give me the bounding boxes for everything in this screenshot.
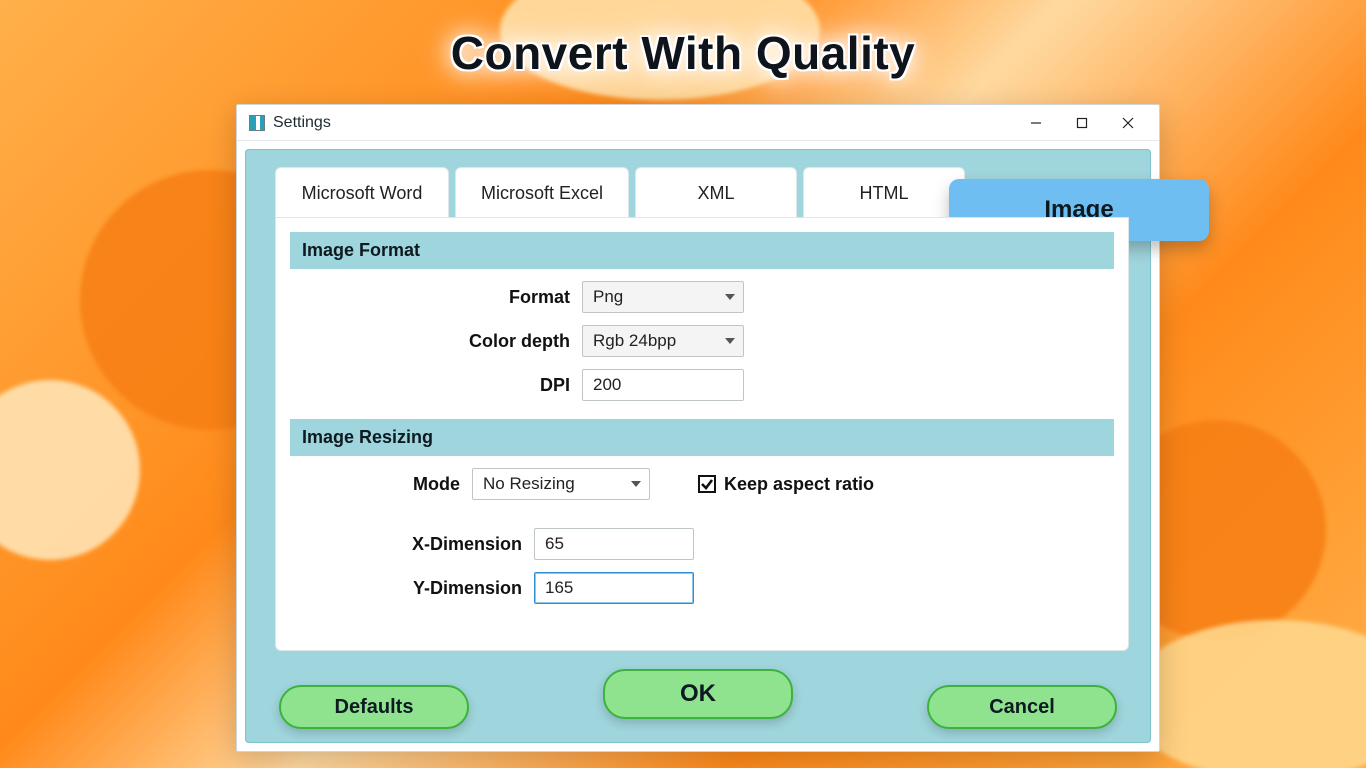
- tab-label: HTML: [860, 183, 909, 204]
- tab-label: XML: [697, 183, 734, 204]
- checkbox-box: [698, 475, 716, 493]
- label-x-dimension: X-Dimension: [290, 534, 522, 555]
- maximize-button[interactable]: [1059, 105, 1105, 141]
- label-y-dimension: Y-Dimension: [290, 578, 522, 599]
- tab-label: Microsoft Word: [302, 183, 423, 204]
- select-value: No Resizing: [483, 474, 575, 494]
- select-value: Rgb 24bpp: [593, 331, 676, 351]
- minimize-button[interactable]: [1013, 105, 1059, 141]
- defaults-button[interactable]: Defaults: [279, 685, 469, 729]
- window-title: Settings: [273, 114, 331, 132]
- select-mode[interactable]: No Resizing: [472, 468, 650, 500]
- tab-xml[interactable]: XML: [635, 167, 797, 219]
- close-icon: [1122, 117, 1134, 129]
- input-y-field[interactable]: [545, 573, 683, 603]
- checkbox-keep-aspect[interactable]: Keep aspect ratio: [698, 474, 874, 495]
- settings-window: Settings Microsoft Word Microsoft Excel …: [236, 104, 1160, 752]
- label-format: Format: [290, 287, 570, 308]
- input-dpi[interactable]: [582, 369, 744, 401]
- input-x-dimension[interactable]: [534, 528, 694, 560]
- label-dpi: DPI: [290, 375, 570, 396]
- dialog-buttons: Defaults OK Cancel: [267, 669, 1129, 729]
- close-button[interactable]: [1105, 105, 1151, 141]
- checkbox-label: Keep aspect ratio: [724, 474, 874, 495]
- button-label: OK: [680, 680, 716, 708]
- input-dpi-field[interactable]: [593, 370, 733, 400]
- chevron-down-icon: [631, 479, 641, 489]
- select-color-depth[interactable]: Rgb 24bpp: [582, 325, 744, 357]
- tab-strip: Microsoft Word Microsoft Excel XML HTML …: [275, 167, 1129, 219]
- group-image-resizing: Image Resizing: [290, 419, 1114, 456]
- ok-button[interactable]: OK: [603, 669, 793, 719]
- tab-panel-image: Image Format Format Png Color depth Rgb …: [275, 217, 1129, 651]
- check-icon: [700, 477, 714, 491]
- label-color-depth: Color depth: [290, 331, 570, 352]
- button-label: Defaults: [335, 696, 414, 719]
- select-format[interactable]: Png: [582, 281, 744, 313]
- tab-label: Microsoft Excel: [481, 183, 603, 204]
- maximize-icon: [1076, 117, 1088, 129]
- input-x-field[interactable]: [545, 529, 683, 559]
- select-value: Png: [593, 287, 623, 307]
- window-controls: [1013, 105, 1151, 141]
- titlebar: Settings: [237, 105, 1159, 141]
- bg-blob: [1126, 620, 1366, 768]
- client-area: Microsoft Word Microsoft Excel XML HTML …: [245, 149, 1151, 743]
- chevron-down-icon: [725, 336, 735, 346]
- tab-word[interactable]: Microsoft Word: [275, 167, 449, 219]
- chevron-down-icon: [725, 292, 735, 302]
- bg-blob: [0, 380, 140, 560]
- hero-title: Convert With Quality: [0, 26, 1366, 80]
- label-mode: Mode: [290, 474, 460, 495]
- cancel-button[interactable]: Cancel: [927, 685, 1117, 729]
- input-y-dimension[interactable]: [534, 572, 694, 604]
- tab-excel[interactable]: Microsoft Excel: [455, 167, 629, 219]
- tab-html[interactable]: HTML: [803, 167, 965, 219]
- button-label: Cancel: [989, 696, 1055, 719]
- group-image-format: Image Format: [290, 232, 1114, 269]
- app-icon: [249, 115, 265, 131]
- minimize-icon: [1030, 117, 1042, 129]
